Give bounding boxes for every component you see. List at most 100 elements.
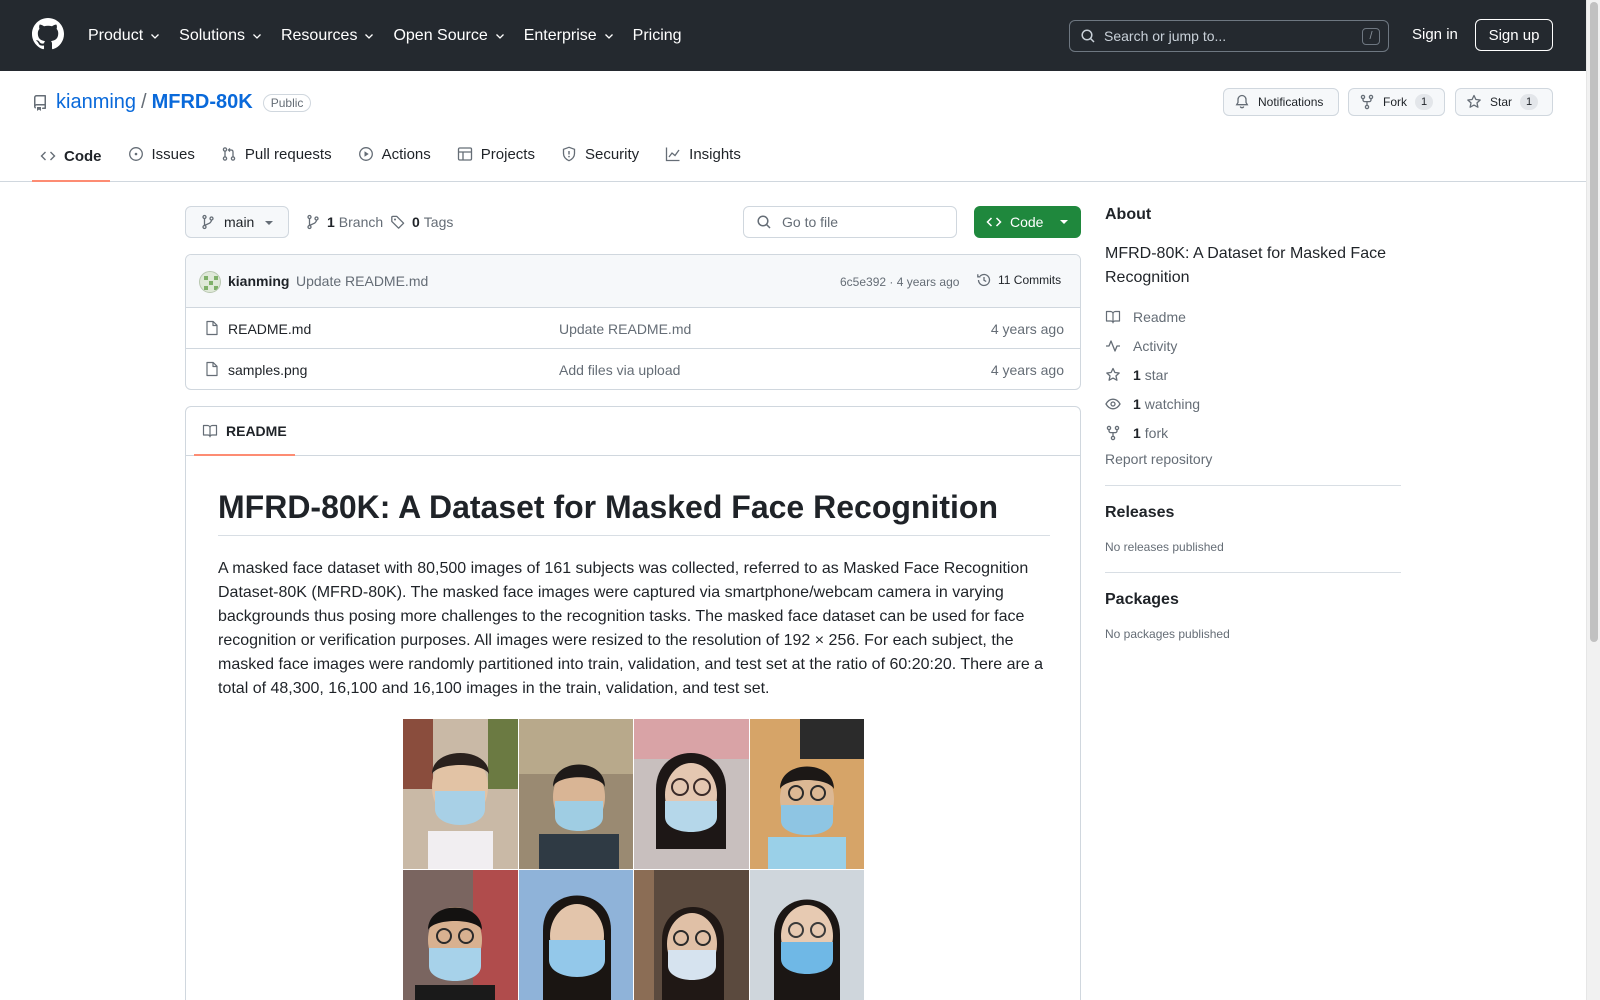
tab-security[interactable]: Security bbox=[553, 129, 647, 179]
avatar[interactable] bbox=[199, 271, 221, 293]
go-to-file-input[interactable]: Go to file bbox=[743, 206, 957, 238]
sign-in-link[interactable]: Sign in bbox=[1412, 26, 1458, 43]
code-dropdown-button[interactable]: Code bbox=[974, 206, 1081, 238]
branch-icon bbox=[307, 214, 319, 230]
readme-header: README bbox=[186, 407, 1080, 456]
tags-link[interactable]: 0 Tags bbox=[390, 214, 453, 230]
file-row[interactable]: README.md Update README.md 4 years ago bbox=[186, 308, 1080, 349]
file-commit-message[interactable]: Update README.md bbox=[559, 321, 691, 337]
star-button[interactable]: Star 1 bbox=[1455, 88, 1553, 116]
forks-count: 1 bbox=[1133, 424, 1141, 441]
nav-resources[interactable]: Resources bbox=[281, 27, 375, 45]
history-icon bbox=[977, 273, 991, 287]
pull-request-icon bbox=[222, 147, 236, 161]
tab-projects[interactable]: Projects bbox=[449, 129, 543, 179]
search-icon bbox=[757, 215, 771, 229]
nav-pricing[interactable]: Pricing bbox=[633, 27, 682, 45]
readme-body: A masked face dataset with 80,500 images… bbox=[218, 560, 1044, 697]
forks-label: fork bbox=[1144, 424, 1169, 441]
code-icon bbox=[40, 151, 56, 161]
branches-link[interactable]: 1 Branch bbox=[305, 214, 383, 230]
visibility-badge: Public bbox=[262, 93, 312, 112]
tab-issues[interactable]: Issues bbox=[120, 129, 203, 179]
identicon-icon bbox=[204, 276, 218, 290]
stars-link[interactable]: 1 star bbox=[1105, 360, 1401, 389]
tab-readme[interactable]: README bbox=[194, 407, 295, 456]
file-age: 4 years ago bbox=[990, 321, 1064, 337]
stars-count: 1 bbox=[1133, 366, 1141, 383]
branch-count: 1 bbox=[327, 214, 335, 230]
table-icon bbox=[457, 147, 472, 161]
report-repository-link[interactable]: Report repository bbox=[1105, 451, 1401, 467]
repo-owner-link[interactable]: kianming bbox=[56, 91, 136, 114]
file-name-link[interactable]: README.md bbox=[228, 321, 311, 337]
about-description: MFRD-80K: A Dataset for Masked Face Reco… bbox=[1105, 245, 1386, 286]
tab-actions-label: Actions bbox=[381, 145, 431, 163]
nav-open-source-label: Open Source bbox=[393, 26, 488, 44]
nav-open-source[interactable]: Open Source bbox=[393, 27, 505, 45]
tag-label: Tags bbox=[423, 214, 454, 230]
search-icon bbox=[1081, 29, 1095, 43]
chevron-down-icon bbox=[151, 33, 160, 39]
scrollbar-thumb[interactable] bbox=[1590, 2, 1598, 642]
branch-icon bbox=[202, 214, 214, 230]
forks-link[interactable]: 1 fork bbox=[1105, 418, 1401, 447]
nav-solutions[interactable]: Solutions bbox=[179, 27, 263, 45]
commits-history-link[interactable]: 11 Commits bbox=[976, 272, 1061, 288]
bell-icon bbox=[1235, 94, 1249, 109]
file-browser: kianming Update README.md 6c5e392 · 4 ye… bbox=[185, 254, 1081, 390]
samples-image bbox=[403, 719, 864, 1000]
sample-photo bbox=[634, 719, 749, 869]
commits-count: 11 Commits bbox=[998, 273, 1062, 287]
notifications-button[interactable]: Notifications bbox=[1223, 88, 1339, 116]
file-commit-message[interactable]: Add files via upload bbox=[559, 362, 680, 378]
sidebar-divider bbox=[1105, 485, 1401, 486]
star-icon bbox=[1106, 367, 1120, 381]
commit-author-link[interactable]: kianming bbox=[228, 273, 289, 289]
sample-photo bbox=[749, 869, 864, 1000]
nav-product[interactable]: Product bbox=[88, 27, 161, 45]
file-age: 4 years ago bbox=[990, 362, 1064, 378]
nav-resources-label: Resources bbox=[280, 26, 358, 44]
star-label: Star bbox=[1490, 95, 1513, 109]
caret-down-icon bbox=[1060, 220, 1068, 224]
tab-pull-requests[interactable]: Pull requests bbox=[213, 129, 340, 179]
file-name-link[interactable]: samples.png bbox=[228, 362, 307, 378]
branch-select-button[interactable]: main bbox=[185, 206, 289, 238]
file-row[interactable]: samples.png Add files via upload 4 years… bbox=[186, 349, 1080, 389]
global-header: Product Solutions Resources Open Source … bbox=[0, 0, 1586, 71]
repo-name-link[interactable]: MFRD-80K bbox=[152, 91, 253, 114]
chevron-down-icon bbox=[365, 33, 374, 39]
sign-up-button[interactable]: Sign up bbox=[1475, 19, 1553, 51]
play-icon bbox=[358, 147, 373, 161]
tab-security-label: Security bbox=[584, 145, 640, 163]
repo-separator: / bbox=[141, 91, 147, 113]
activity-link[interactable]: Activity bbox=[1105, 331, 1401, 360]
issue-icon bbox=[128, 147, 143, 161]
about-sidebar: About MFRD-80K: A Dataset for Masked Fac… bbox=[1105, 206, 1401, 641]
fork-button[interactable]: Fork 1 bbox=[1348, 88, 1445, 116]
masked-face-image bbox=[634, 719, 749, 869]
stars-label: star bbox=[1144, 366, 1169, 383]
tab-actions[interactable]: Actions bbox=[350, 129, 439, 179]
tag-icon bbox=[391, 215, 405, 229]
tab-code[interactable]: Code bbox=[32, 129, 110, 182]
repo-header: kianming / MFRD-80K Public Notifications… bbox=[0, 71, 1586, 182]
notifications-label: Notifications bbox=[1258, 95, 1324, 109]
fork-label: Fork bbox=[1383, 95, 1407, 109]
global-search-input[interactable]: Search or jump to... / bbox=[1069, 20, 1389, 52]
masked-face-image bbox=[518, 869, 633, 1000]
page-scrollbar[interactable] bbox=[1586, 0, 1600, 1000]
file-icon bbox=[206, 361, 218, 377]
readme-link[interactable]: Readme bbox=[1105, 302, 1401, 331]
github-logo-icon[interactable] bbox=[32, 18, 64, 50]
book-icon bbox=[202, 424, 218, 437]
releases-heading[interactable]: Releases bbox=[1105, 504, 1401, 522]
watching-link[interactable]: 1 watching bbox=[1105, 389, 1401, 418]
tab-insights[interactable]: Insights bbox=[657, 129, 749, 179]
packages-heading[interactable]: Packages bbox=[1105, 591, 1401, 609]
nav-enterprise[interactable]: Enterprise bbox=[524, 27, 615, 45]
commit-hash-age[interactable]: 6c5e392 · 4 years ago bbox=[840, 275, 959, 289]
nav-product-label: Product bbox=[88, 26, 144, 44]
commit-message-link[interactable]: Update README.md bbox=[296, 273, 428, 289]
